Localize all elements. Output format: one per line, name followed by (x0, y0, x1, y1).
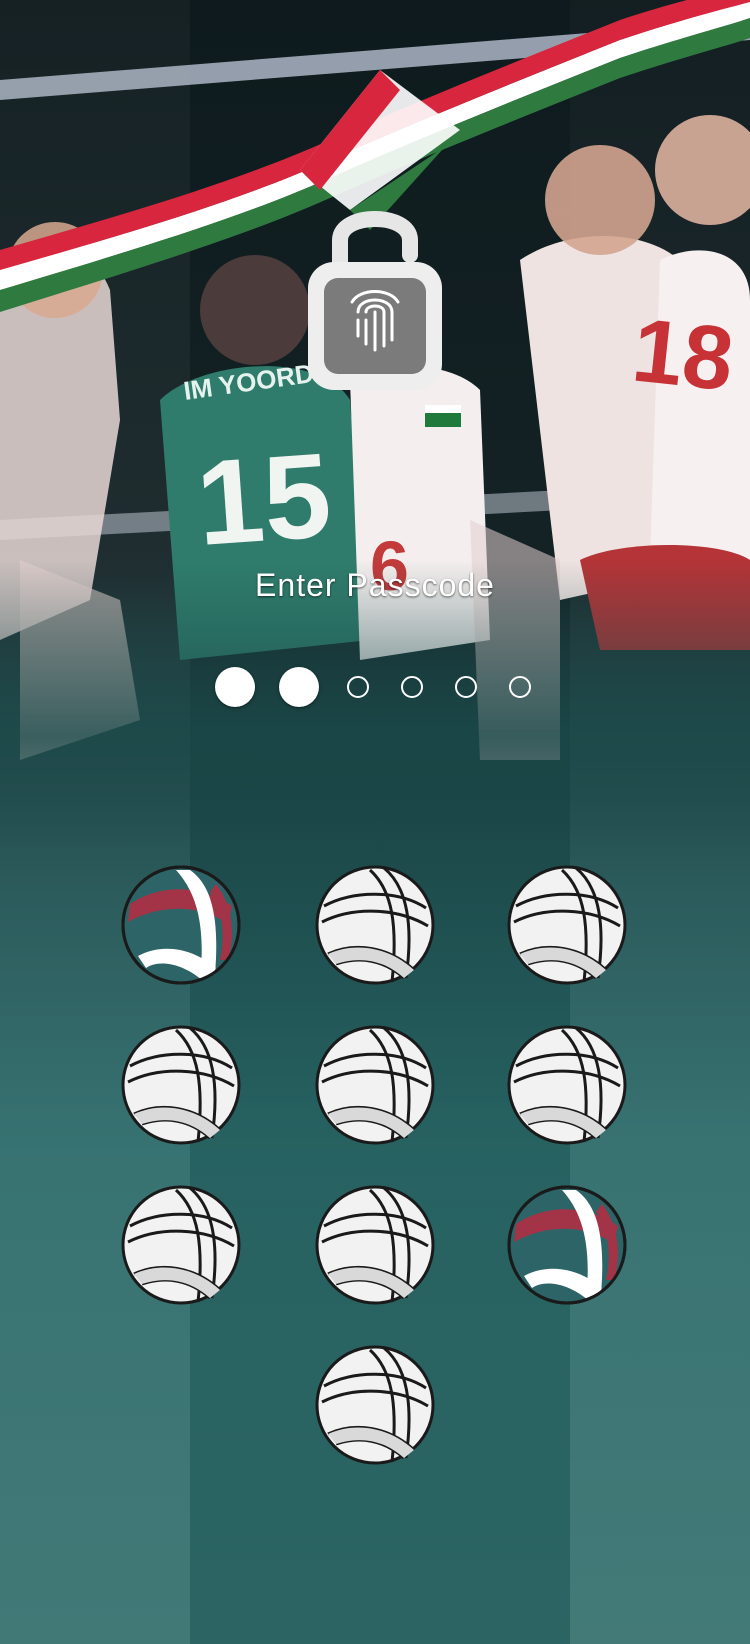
passcode-dot-empty (347, 676, 369, 698)
background-fade-overlay (0, 560, 750, 880)
passcode-dot-filled (279, 667, 319, 707)
keypad-key-0[interactable] (314, 1344, 436, 1466)
keypad-key-3[interactable] (506, 864, 628, 986)
volleyball-icon (315, 1345, 435, 1465)
keypad-key-4[interactable] (120, 1024, 242, 1146)
passcode-dot-filled (215, 667, 255, 707)
passcode-dot-empty (455, 676, 477, 698)
volleyball-icon (507, 865, 627, 985)
open-padlock-fingerprint-icon[interactable] (300, 200, 450, 400)
volleyball-icon (507, 1185, 627, 1305)
volleyball-icon (121, 1025, 241, 1145)
volleyball-icon (315, 1025, 435, 1145)
volleyball-icon (315, 865, 435, 985)
page-title: Enter Passcode (255, 567, 495, 603)
keypad-key-6[interactable] (506, 1024, 628, 1146)
keypad-key-7[interactable] (120, 1184, 242, 1306)
passcode-dot-empty (509, 676, 531, 698)
passcode-indicator (0, 665, 750, 709)
volleyball-icon (507, 1025, 627, 1145)
lock-screen: IM YOORDVA 15 6 18 (0, 0, 750, 1644)
keypad-key-9[interactable] (506, 1184, 628, 1306)
keypad-key-2[interactable] (314, 864, 436, 986)
keypad-key-8[interactable] (314, 1184, 436, 1306)
volleyball-icon (121, 1185, 241, 1305)
keypad-key-5[interactable] (314, 1024, 436, 1146)
volleyball-icon (121, 865, 241, 985)
jersey-number-15: 15 (192, 428, 335, 571)
passcode-dot-empty (401, 676, 423, 698)
keypad-key-1[interactable] (120, 864, 242, 986)
volleyball-icon (315, 1185, 435, 1305)
